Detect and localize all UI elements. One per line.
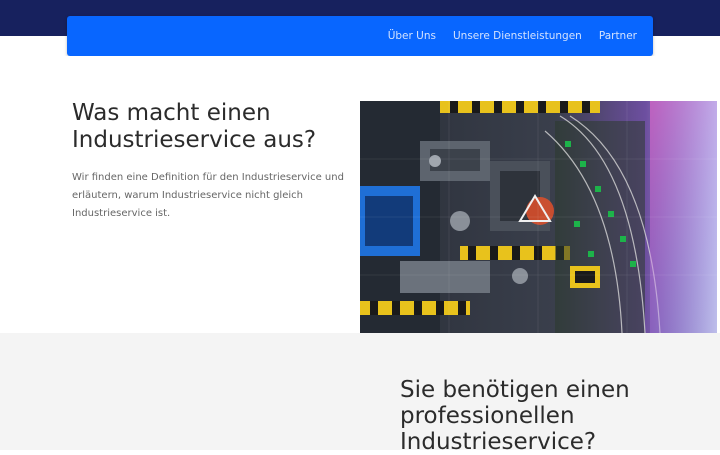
- hero-title: Was macht einen Industrieservice aus?: [72, 100, 317, 153]
- service-cta-section: Sie benötigen einen professionellen Indu…: [0, 333, 720, 455]
- nav-links: Über Uns Unsere Dienstleistungen Partner: [388, 16, 637, 56]
- service-cta-title: Sie benötigen einen professionellen Indu…: [400, 377, 630, 455]
- hero-description: Wir finden eine Definition für den Indus…: [72, 172, 344, 219]
- hero-machine-image: [360, 101, 717, 333]
- nav-link-partner[interactable]: Partner: [599, 30, 637, 42]
- nav-link-ueber-uns[interactable]: Über Uns: [388, 30, 436, 42]
- nav-link-dienstleistungen[interactable]: Unsere Dienstleistungen: [453, 30, 582, 42]
- hero-section: Was macht einen Industrieservice aus? Wi…: [0, 56, 720, 333]
- main-navbar: Über Uns Unsere Dienstleistungen Partner: [67, 16, 653, 56]
